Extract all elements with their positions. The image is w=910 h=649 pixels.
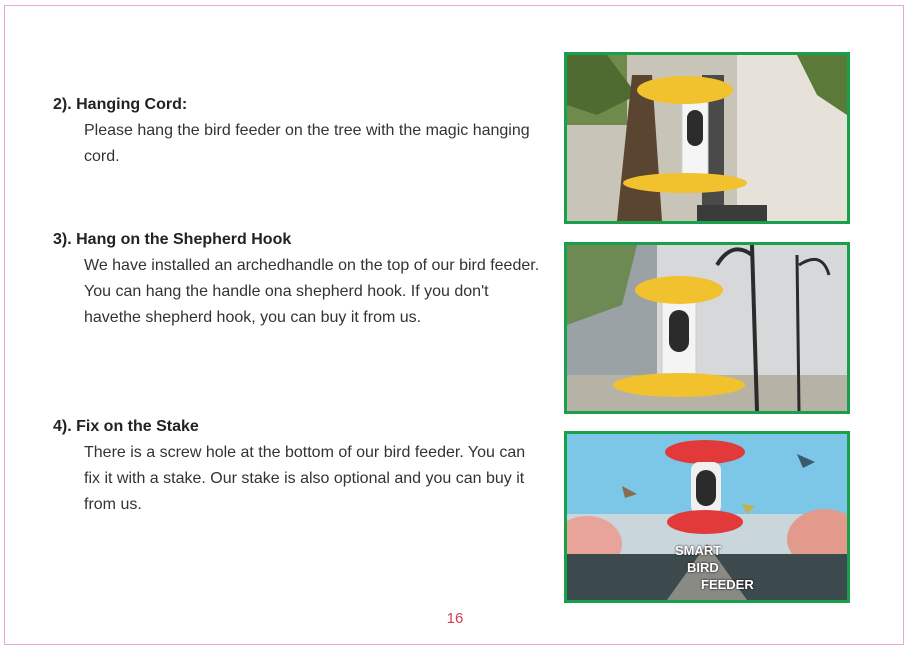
- section-hanging-cord: 2). Hanging Cord: Please hang the bird f…: [53, 96, 553, 170]
- poster-text-line: SMART: [675, 543, 722, 558]
- poster-text-line: BIRD: [687, 560, 719, 575]
- poster-text: SMART BIRD FEEDER: [675, 542, 754, 593]
- section-body: There is a screw hole at the bottom of o…: [84, 444, 526, 513]
- section-body: Please hang the bird feeder on the tree …: [84, 122, 530, 165]
- section-heading: 4). Fix on the Stake: [53, 418, 199, 435]
- section-shepherd-hook: 3). Hang on the Shepherd Hook We have in…: [53, 231, 553, 331]
- section-stake: 4). Fix on the Stake There is a screw ho…: [53, 418, 553, 518]
- section-body: We have installed an archedhandle on the…: [84, 257, 540, 326]
- page-number: 16: [446, 610, 464, 627]
- bird-feeder-on-tree-photo: [564, 52, 850, 224]
- smart-bird-feeder-poster-photo: SMART BIRD FEEDER: [564, 431, 850, 603]
- poster-text-line: FEEDER: [701, 577, 754, 592]
- bird-feeder-on-shepherd-hook-photo: [564, 242, 850, 414]
- section-heading: 3). Hang on the Shepherd Hook: [53, 231, 292, 248]
- section-heading: 2). Hanging Cord:: [53, 96, 188, 113]
